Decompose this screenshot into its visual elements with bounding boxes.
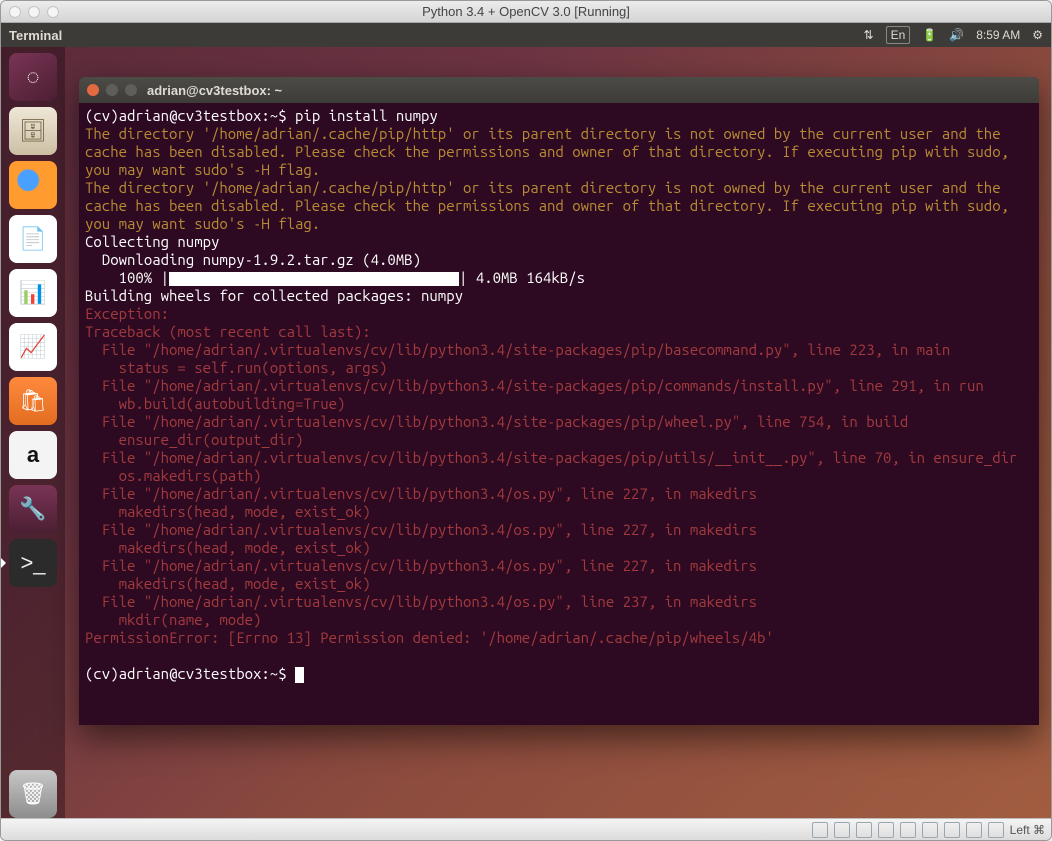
host-window-title: Python 3.4 + OpenCV 3.0 [Running] bbox=[1, 4, 1051, 19]
traceback-line: File "/home/adrian/.virtualenvs/cv/lib/p… bbox=[85, 377, 984, 394]
writer-icon[interactable]: 📄 bbox=[9, 215, 57, 263]
clock[interactable]: 8:59 AM bbox=[976, 28, 1020, 42]
traceback-line: makedirs(head, mode, exist_ok) bbox=[85, 503, 371, 520]
traceback-line: os.makedirs(path) bbox=[85, 467, 261, 484]
vm-status-icon[interactable] bbox=[944, 822, 960, 838]
terminal-close-icon[interactable] bbox=[87, 84, 99, 96]
firefox-icon[interactable] bbox=[9, 161, 57, 209]
pip-progress: 100% || 4.0MB 164kB/s bbox=[85, 269, 585, 286]
terminal-title: adrian@cv3testbox: ~ bbox=[147, 83, 282, 98]
exception-header: Exception: bbox=[85, 305, 169, 322]
progress-bar bbox=[169, 272, 459, 286]
traceback-line: File "/home/adrian/.virtualenvs/cv/lib/p… bbox=[85, 557, 757, 574]
pip-downloading: Downloading numpy-1.9.2.tar.gz (4.0MB) bbox=[85, 251, 421, 268]
volume-icon[interactable]: 🔊 bbox=[949, 28, 964, 42]
session-gear-icon[interactable]: ⚙ bbox=[1032, 28, 1043, 42]
traceback-line: File "/home/adrian/.virtualenvs/cv/lib/p… bbox=[85, 485, 757, 502]
dash-icon[interactable]: ◌ bbox=[9, 53, 57, 101]
prompt-line: (cv)adrian@cv3testbox:~$ bbox=[85, 665, 304, 682]
files-icon[interactable]: 🗄 bbox=[9, 107, 57, 155]
traceback-line: makedirs(head, mode, exist_ok) bbox=[85, 575, 371, 592]
traceback-line: File "/home/adrian/.virtualenvs/cv/lib/p… bbox=[85, 413, 908, 430]
terminal-titlebar[interactable]: adrian@cv3testbox: ~ bbox=[79, 77, 1039, 103]
network-icon[interactable]: ⇅ bbox=[864, 28, 874, 42]
vm-status-icon[interactable] bbox=[900, 822, 916, 838]
vm-status-icon[interactable] bbox=[878, 822, 894, 838]
host-key-indicator[interactable]: Left ⌘ bbox=[1010, 823, 1045, 837]
pip-cache-warning: The directory '/home/adrian/.cache/pip/h… bbox=[85, 179, 1017, 232]
pip-cache-warning: The directory '/home/adrian/.cache/pip/h… bbox=[85, 125, 1017, 178]
vm-status-icon[interactable] bbox=[922, 822, 938, 838]
terminal-maximize-icon[interactable] bbox=[125, 84, 137, 96]
impress-icon[interactable]: 📈 bbox=[9, 323, 57, 371]
battery-icon[interactable]: 🔋 bbox=[922, 28, 937, 42]
vm-host-window: Python 3.4 + OpenCV 3.0 [Running] Termin… bbox=[0, 0, 1052, 841]
terminal-window[interactable]: adrian@cv3testbox: ~ (cv)adrian@cv3testb… bbox=[79, 77, 1039, 725]
host-titlebar[interactable]: Python 3.4 + OpenCV 3.0 [Running] bbox=[1, 1, 1051, 23]
vm-status-icon[interactable] bbox=[834, 822, 850, 838]
traceback-line: File "/home/adrian/.virtualenvs/cv/lib/p… bbox=[85, 341, 950, 358]
pip-building: Building wheels for collected packages: … bbox=[85, 287, 463, 304]
terminal-icon[interactable]: >_ bbox=[9, 539, 57, 587]
host-statusbar[interactable]: Left ⌘ bbox=[1, 818, 1051, 840]
calc-icon[interactable]: 📊 bbox=[9, 269, 57, 317]
keyboard-lang-indicator[interactable]: En bbox=[886, 26, 911, 44]
traceback-line: makedirs(head, mode, exist_ok) bbox=[85, 539, 371, 556]
cursor bbox=[295, 667, 304, 683]
traceback-line: status = self.run(options, args) bbox=[85, 359, 387, 376]
terminal-body[interactable]: (cv)adrian@cv3testbox:~$ pip install num… bbox=[79, 103, 1039, 725]
prompt-line: (cv)adrian@cv3testbox:~$ pip install num… bbox=[85, 107, 438, 124]
traceback-line: File "/home/adrian/.virtualenvs/cv/lib/p… bbox=[85, 521, 757, 538]
settings-icon[interactable]: 🔧 bbox=[9, 485, 57, 533]
vm-status-icon[interactable] bbox=[988, 822, 1004, 838]
vm-status-icon[interactable] bbox=[966, 822, 982, 838]
ubuntu-menubar[interactable]: Terminal ⇅ En 🔋 🔊 8:59 AM ⚙ bbox=[1, 23, 1051, 47]
terminal-minimize-icon[interactable] bbox=[106, 84, 118, 96]
trash-icon[interactable]: 🗑 bbox=[9, 770, 57, 818]
vm-status-icon[interactable] bbox=[856, 822, 872, 838]
traceback-line: mkdir(name, mode) bbox=[85, 611, 261, 628]
pip-collecting: Collecting numpy bbox=[85, 233, 219, 250]
unity-launcher[interactable]: ◌ 🗄 📄 📊 📈 🛍 a 🔧 >_ 🗑 bbox=[1, 47, 65, 818]
traceback-line: File "/home/adrian/.virtualenvs/cv/lib/p… bbox=[85, 449, 1017, 466]
software-center-icon[interactable]: 🛍 bbox=[9, 377, 57, 425]
permission-error: PermissionError: [Errno 13] Permission d… bbox=[85, 629, 774, 646]
traceback-header: Traceback (most recent call last): bbox=[85, 323, 371, 340]
traceback-line: ensure_dir(output_dir) bbox=[85, 431, 303, 448]
traceback-line: wb.build(autobuilding=True) bbox=[85, 395, 345, 412]
vm-status-icon[interactable] bbox=[812, 822, 828, 838]
amazon-icon[interactable]: a bbox=[9, 431, 57, 479]
active-app-name: Terminal bbox=[9, 28, 62, 43]
guest-desktop: Terminal ⇅ En 🔋 🔊 8:59 AM ⚙ ◌ 🗄 📄 📊 📈 🛍 … bbox=[1, 23, 1051, 818]
traceback-line: File "/home/adrian/.virtualenvs/cv/lib/p… bbox=[85, 593, 757, 610]
